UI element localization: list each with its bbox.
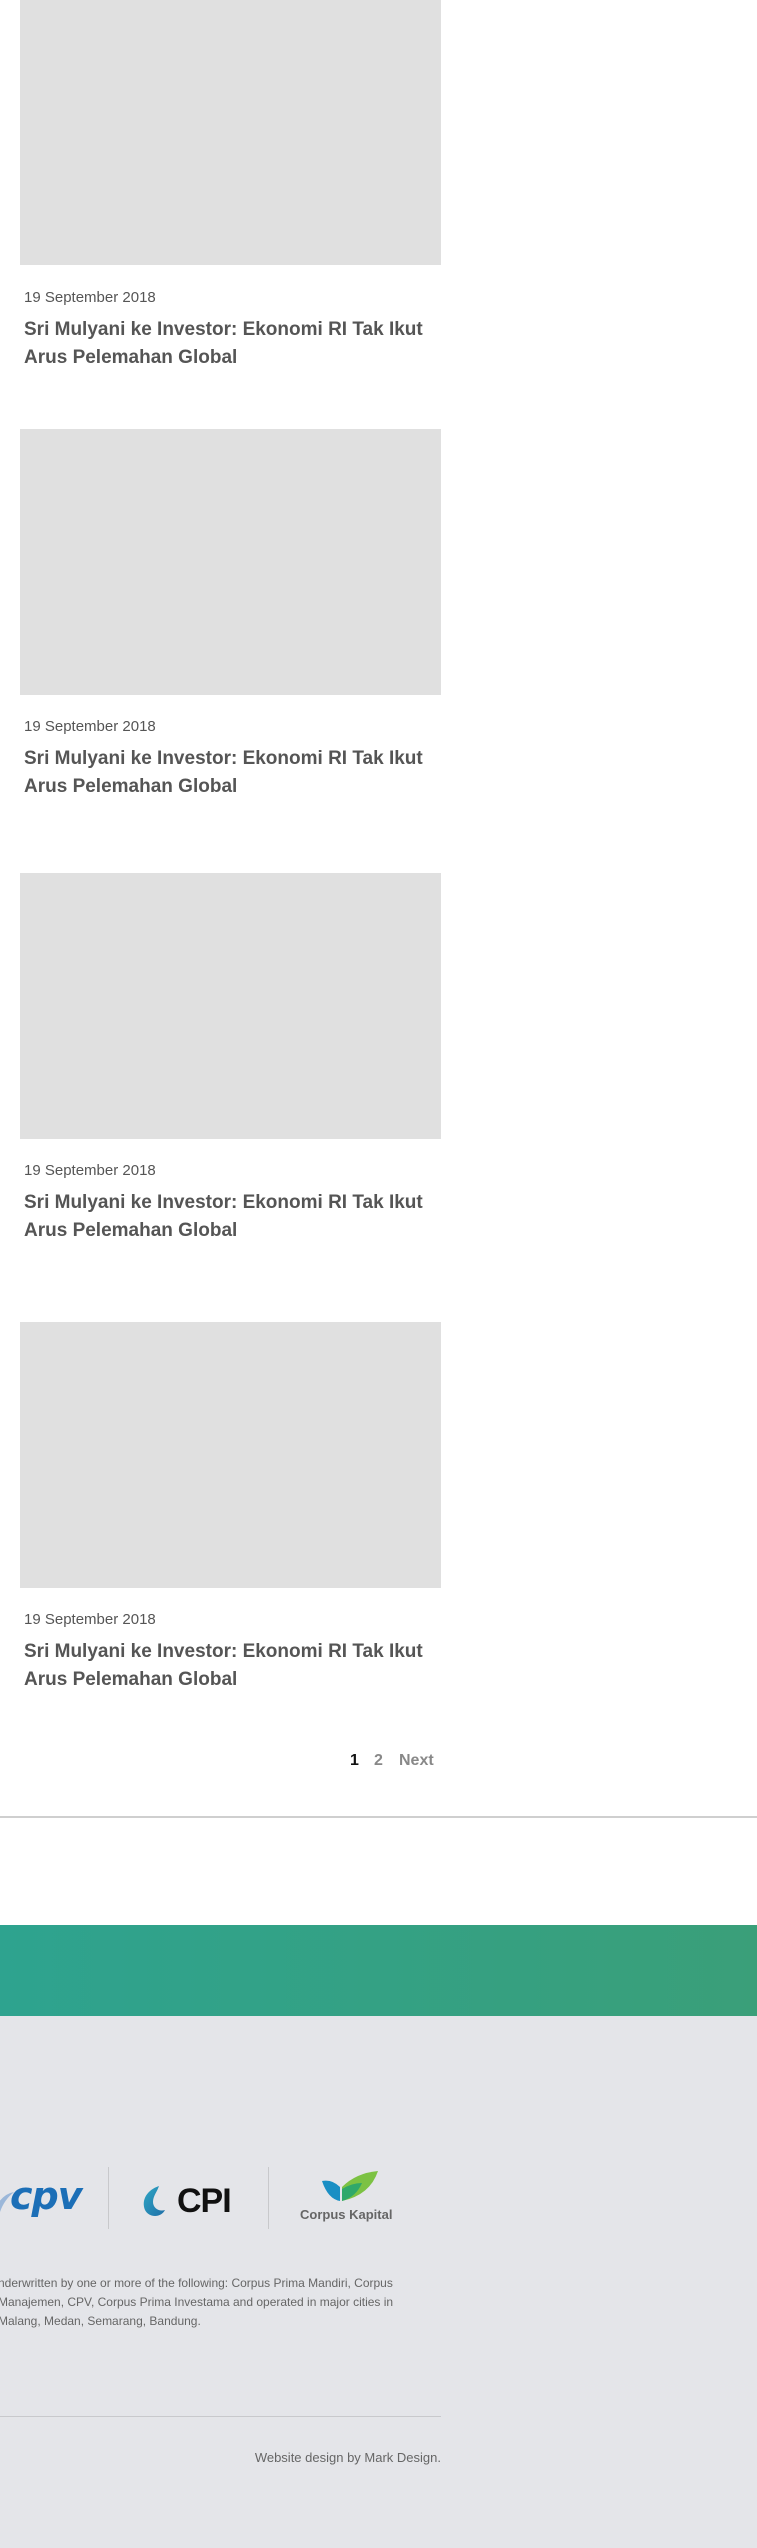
article-date: 19 September 2018	[24, 289, 156, 306]
page-1-link[interactable]: 1	[350, 1752, 359, 1770]
article-date: 19 September 2018	[24, 1162, 156, 1179]
article-title[interactable]: Sri Mulyani ke Investor: Ekonomi RI Tak …	[24, 1189, 424, 1245]
article-thumbnail[interactable]	[20, 429, 441, 695]
footer: cpv CPI Corpus Kapital nderwritten by on…	[0, 2016, 757, 2548]
logo-separator	[268, 2167, 269, 2229]
green-banner	[0, 1925, 757, 2016]
corpus-kapital-logo-text: Corpus Kapital	[300, 2207, 393, 2222]
cpi-drop-icon	[143, 2186, 165, 2216]
design-credit[interactable]: Website design by Mark Design.	[254, 2450, 441, 2465]
article-date: 19 September 2018	[24, 718, 156, 735]
section-divider	[0, 1816, 757, 1818]
cpv-logo-text: cpv	[10, 2174, 82, 2218]
article-title[interactable]: Sri Mulyani ke Investor: Ekonomi RI Tak …	[24, 745, 424, 801]
article-thumbnail[interactable]	[20, 0, 441, 265]
leaf-icon	[322, 2171, 378, 2201]
footer-disclaimer: nderwritten by one or more of the follow…	[0, 2276, 394, 2328]
cpi-logo-text: CPI	[177, 2182, 232, 2220]
logo-separator	[108, 2167, 109, 2229]
page-2-link[interactable]: 2	[374, 1752, 383, 1770]
article-date: 19 September 2018	[24, 1611, 156, 1628]
next-page-link[interactable]: Next	[399, 1752, 434, 1770]
article-thumbnail[interactable]	[20, 1322, 441, 1588]
article-title[interactable]: Sri Mulyani ke Investor: Ekonomi RI Tak …	[24, 1638, 424, 1694]
footer-divider	[0, 2416, 441, 2417]
article-title[interactable]: Sri Mulyani ke Investor: Ekonomi RI Tak …	[24, 316, 424, 372]
article-thumbnail[interactable]	[20, 873, 441, 1139]
